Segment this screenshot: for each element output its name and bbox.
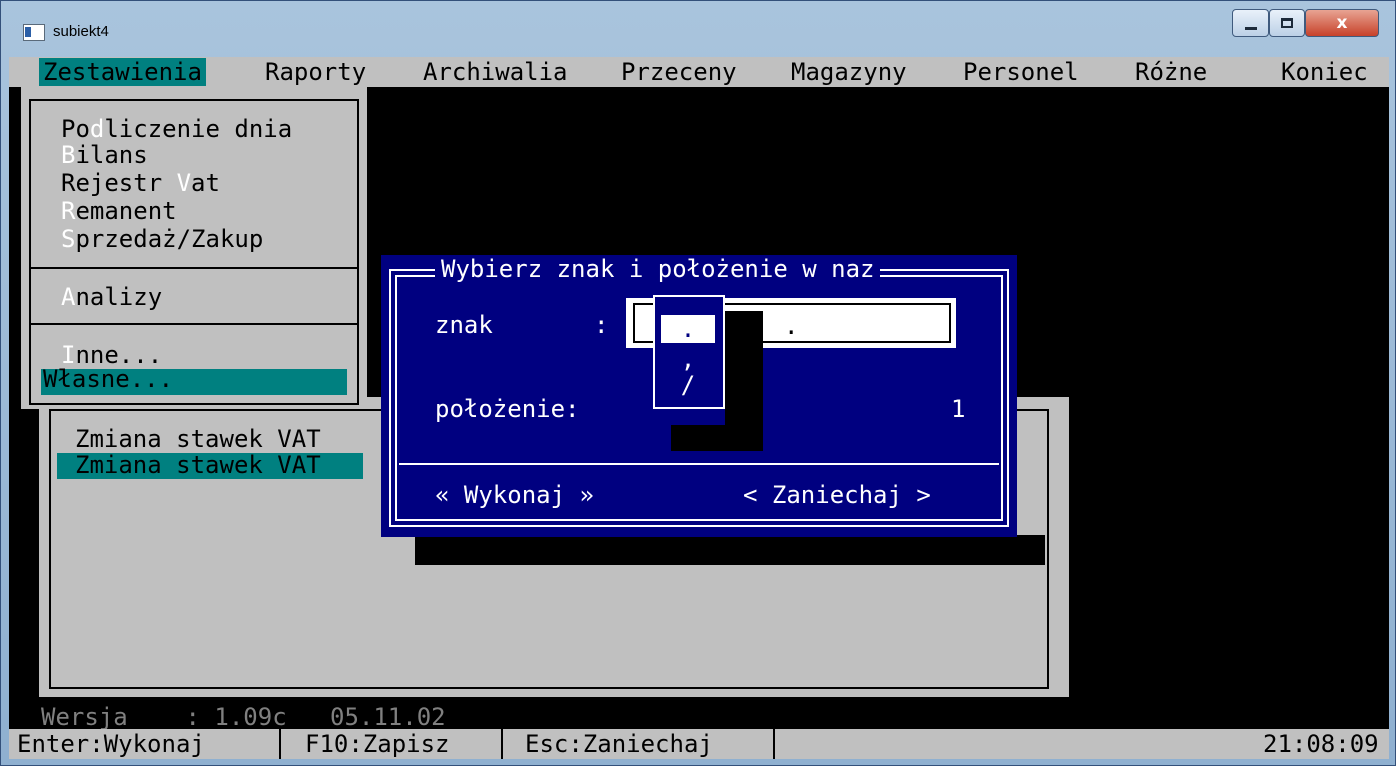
status-enter[interactable]: Enter:Wykonaj <box>17 730 205 758</box>
listbox-shadow <box>671 425 763 451</box>
version-date: 05.11.02 <box>330 703 446 731</box>
menu-rozne[interactable]: Różne <box>1131 58 1211 86</box>
hotkey-letter: d <box>89 115 105 143</box>
panel-shadow <box>415 535 1045 565</box>
title-bar[interactable]: subiekt4 x <box>1 1 1395 57</box>
menu-item-sprzedaz-zakup[interactable]: Sprzedaż/Zakup <box>61 225 263 253</box>
status-time: 21:08:09 <box>1263 730 1379 758</box>
menu-personel[interactable]: Personel <box>959 58 1083 86</box>
hotkey-letter: B <box>61 141 76 169</box>
znak-label: znak : <box>435 311 609 339</box>
option-slash[interactable]: / <box>661 371 715 399</box>
option-comma[interactable]: , <box>661 345 715 373</box>
menu-item-text: Rejestr <box>61 169 177 197</box>
menu-item-text: przedaż/Zakup <box>75 225 264 253</box>
char-listbox[interactable]: . , / <box>653 295 725 409</box>
menu-raporty[interactable]: Raporty <box>261 58 370 86</box>
menu-przeceny[interactable]: Przeceny <box>617 58 741 86</box>
panel-item-selected[interactable]: Zmiana stawek VAT <box>75 451 321 479</box>
status-separator <box>501 729 503 759</box>
dialog-title: Wybierz znak i położenie w naz <box>435 255 881 283</box>
menu-koniec[interactable]: Koniec <box>1277 58 1372 86</box>
menu-item-rejestr-vat[interactable]: Rejestr Vat <box>61 169 220 197</box>
status-esc[interactable]: Esc:Zaniechaj <box>525 730 713 758</box>
option-dot[interactable]: . <box>661 315 715 343</box>
listbox-shadow <box>725 311 763 349</box>
minimize-icon <box>1244 26 1257 30</box>
menu-item-text: emanent <box>75 197 177 225</box>
status-bar: Enter:Wykonaj F10:Zapisz Esc:Zaniechaj 2… <box>9 729 1389 759</box>
menu-item-text: ilans <box>75 141 148 169</box>
menu-item-analizy[interactable]: Analizy <box>61 283 162 311</box>
dialog-divider <box>399 463 999 465</box>
app-icon <box>23 24 45 41</box>
window-title: subiekt4 <box>53 23 109 40</box>
polozenie-value[interactable]: 1 <box>951 395 965 423</box>
zaniechaj-button[interactable]: < Zaniechaj > <box>743 481 931 509</box>
maximize-button[interactable] <box>1269 9 1305 37</box>
minimize-button[interactable] <box>1232 9 1269 37</box>
listbox-shadow <box>725 349 763 433</box>
menu-item-bilans[interactable]: Bilans <box>61 141 148 169</box>
menu-zestawienia[interactable]: Zestawienia <box>39 58 206 86</box>
status-separator <box>773 729 775 759</box>
znak-value: . <box>784 312 799 340</box>
wykonaj-button[interactable]: « Wykonaj » <box>435 481 594 509</box>
panel-right-edge <box>1055 397 1069 565</box>
menu-item-text: nalizy <box>75 283 163 311</box>
version-label: Wersja : 1.09c <box>41 703 287 731</box>
menu-item-text: liczenie dnia <box>104 115 293 143</box>
panel-item[interactable]: Zmiana stawek VAT <box>75 425 321 453</box>
status-separator <box>279 729 281 759</box>
menu-item-podliczenie-dnia[interactable]: Podliczenie dnia <box>61 115 292 143</box>
close-icon: x <box>1336 13 1348 33</box>
select-char-dialog: Wybierz znak i położenie w naz znak : . … <box>381 255 1017 537</box>
menu-item-remanent[interactable]: Remanent <box>61 197 177 225</box>
application-window: subiekt4 x Zestawienia Raporty Archiwali… <box>0 0 1396 766</box>
menu-item-text: at <box>191 169 220 197</box>
menu-archiwalia[interactable]: Archiwalia <box>419 58 572 86</box>
maximize-icon <box>1281 18 1293 28</box>
menu-item-wlasne[interactable]: Własne... <box>43 365 173 393</box>
polozenie-label: położenie: <box>435 395 580 423</box>
hotkey-letter: V <box>176 169 192 197</box>
console-area: Zestawienia Raporty Archiwalia Przeceny … <box>9 57 1389 759</box>
hotkey-letter: S <box>61 225 76 253</box>
hotkey-letter: R <box>61 197 76 225</box>
menu-bar: Zestawienia Raporty Archiwalia Przeceny … <box>9 57 1389 87</box>
menu-item-text: Po <box>61 115 90 143</box>
close-button[interactable]: x <box>1305 9 1379 37</box>
version-line: Wersja : 1.09c 05.11.02 <box>41 703 446 731</box>
menu-magazyny[interactable]: Magazyny <box>787 58 911 86</box>
hotkey-letter: A <box>61 283 76 311</box>
status-f10[interactable]: F10:Zapisz <box>305 730 450 758</box>
